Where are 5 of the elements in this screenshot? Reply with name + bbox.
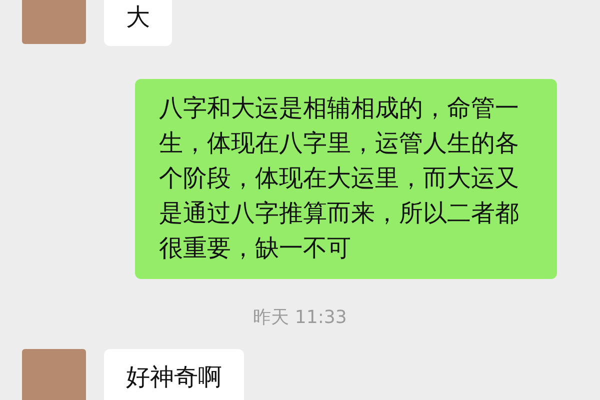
message-bubble: 大 (104, 0, 172, 46)
timestamp: 昨天 11:33 (253, 306, 347, 329)
message-bubble: 好神奇啊 (104, 349, 244, 400)
message-bubble: 八字和大运是相辅相成的，命管一生，体现在八字里，运管人生的各个阶段，体现在大运里，而大运又是通过八字推算而来，所以二者都很重要，缺一不可 (135, 79, 557, 279)
avatar-placeholder (22, 349, 86, 400)
